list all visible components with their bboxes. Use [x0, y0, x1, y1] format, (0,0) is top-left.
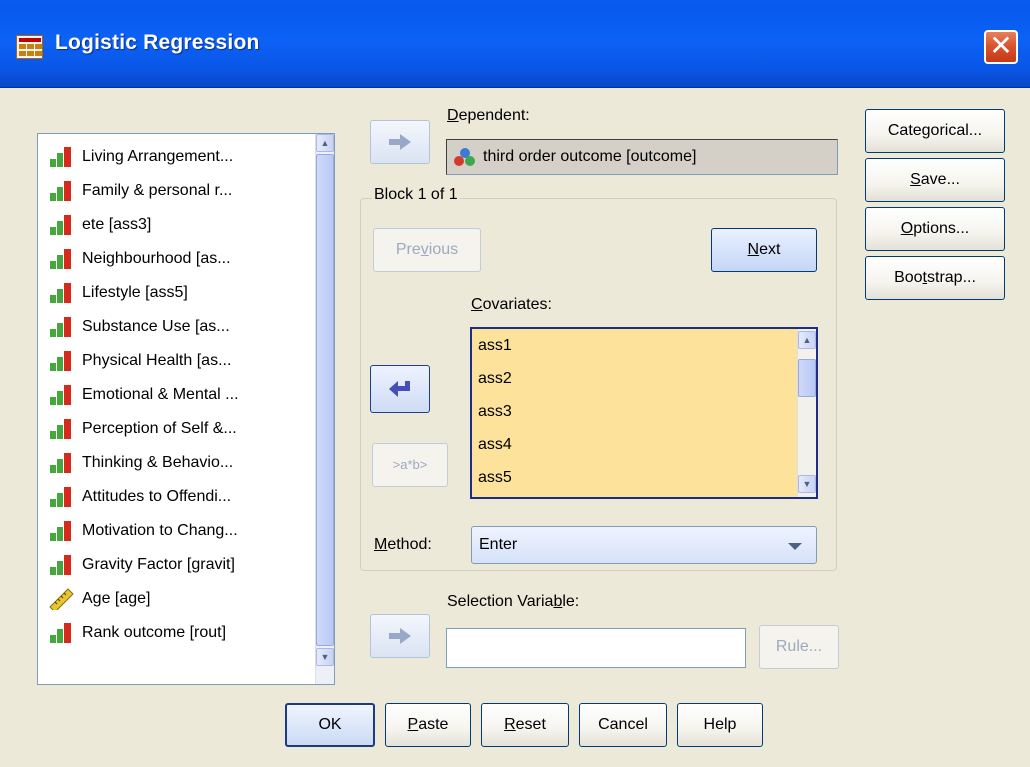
ordinal-icon	[48, 486, 74, 508]
variable-label: Thinking & Behavio...	[82, 454, 234, 471]
list-item[interactable]: Attitudes to Offendi...	[48, 482, 231, 512]
ordinal-icon	[48, 350, 74, 372]
ordinal-icon	[48, 418, 74, 440]
covariate-item[interactable]: ass1	[478, 337, 512, 355]
list-item[interactable]: Rank outcome [rout]	[48, 618, 226, 648]
method-value: Enter	[479, 536, 518, 553]
dependent-label: Dependent:	[447, 107, 530, 124]
covariates-label: Covariates:	[471, 296, 552, 313]
dependent-field[interactable]: third order outcome [outcome]	[446, 139, 838, 175]
ordinal-icon	[48, 452, 74, 474]
left-arrow-icon	[389, 381, 410, 397]
variable-label: Attitudes to Offendi...	[82, 488, 232, 505]
list-item[interactable]: Gravity Factor [gravit]	[48, 550, 235, 580]
variable-label: Neighbourhood [as...	[82, 250, 231, 267]
list-item[interactable]: Physical Health [as...	[48, 346, 231, 376]
move-to-dependent-button[interactable]	[370, 120, 430, 164]
ordinal-icon	[48, 554, 74, 576]
ordinal-icon	[48, 282, 74, 304]
right-arrow-icon	[389, 628, 411, 644]
nominal-icon	[454, 148, 475, 166]
variable-label: Living Arrangement...	[82, 148, 234, 165]
help-button[interactable]: Help	[677, 703, 763, 747]
rule-button[interactable]: Rule...	[759, 625, 839, 669]
options-button[interactable]: Options...	[865, 207, 1005, 251]
variable-list-scrollbar[interactable]: ▲ ▼	[315, 134, 334, 684]
list-item[interactable]: Age [age]	[48, 584, 151, 614]
list-item[interactable]: ete [ass3]	[48, 210, 151, 240]
method-label: Method:	[374, 536, 432, 553]
list-item[interactable]: Neighbourhood [as...	[48, 244, 231, 274]
variable-label: ete [ass3]	[82, 216, 152, 233]
list-item[interactable]: Perception of Self &...	[48, 414, 237, 444]
list-item[interactable]: Lifestyle [ass5]	[48, 278, 188, 308]
variable-label: Gravity Factor [gravit]	[82, 556, 235, 573]
dependent-value: third order outcome [outcome]	[483, 148, 697, 165]
selection-variable-field[interactable]	[446, 628, 746, 668]
bootstrap-button[interactable]: Bootstrap...	[865, 256, 1005, 300]
covariates-scroll-down-icon[interactable]: ▼	[798, 475, 816, 493]
title-bar: Logistic Regression ✕	[0, 0, 1030, 88]
variable-label: Family & personal r...	[82, 182, 233, 199]
move-to-selection-button[interactable]	[370, 614, 430, 658]
covariates-scroll-up-icon[interactable]: ▲	[798, 331, 816, 349]
scroll-up-arrow-icon[interactable]: ▲	[316, 134, 334, 152]
ordinal-icon	[48, 180, 74, 202]
ordinal-icon	[48, 316, 74, 338]
spss-data-icon	[16, 35, 43, 59]
variable-label: Physical Health [as...	[82, 352, 232, 369]
save-button[interactable]: Save...	[865, 158, 1005, 202]
covariate-item[interactable]: ass2	[478, 370, 512, 388]
right-arrow-icon	[389, 134, 411, 150]
ordinal-icon	[48, 146, 74, 168]
cancel-button[interactable]: Cancel	[579, 703, 667, 747]
reset-button[interactable]: Reset	[481, 703, 569, 747]
close-icon: ✕	[989, 30, 1013, 61]
window-title: Logistic Regression	[55, 31, 260, 54]
ordinal-icon	[48, 622, 74, 644]
ordinal-icon	[48, 248, 74, 270]
scroll-down-arrow-icon[interactable]: ▼	[316, 648, 334, 666]
variable-label: Perception of Self &...	[82, 420, 237, 437]
close-button[interactable]: ✕	[984, 30, 1018, 64]
move-to-covariates-button[interactable]	[370, 365, 430, 413]
method-select[interactable]: Enter	[471, 526, 817, 564]
list-item[interactable]: Thinking & Behavio...	[48, 448, 233, 478]
ordinal-icon	[48, 520, 74, 542]
paste-button[interactable]: Paste	[385, 703, 471, 747]
selection-variable-label: Selection Variable:	[447, 593, 580, 610]
list-item[interactable]: Family & personal r...	[48, 176, 232, 206]
ordinal-icon	[48, 214, 74, 236]
covariates-scroll-thumb[interactable]	[798, 359, 816, 397]
interaction-button[interactable]: >a*b>	[372, 443, 448, 487]
list-item[interactable]: Motivation to Chang...	[48, 516, 238, 546]
scale-icon	[49, 588, 74, 610]
categorical-button[interactable]: Categorical...	[865, 109, 1005, 153]
list-item[interactable]: Living Arrangement...	[48, 142, 233, 172]
variable-label: Lifestyle [ass5]	[82, 284, 188, 301]
variable-label: Substance Use [as...	[82, 318, 230, 335]
scroll-thumb[interactable]	[316, 154, 334, 646]
variable-label: Rank outcome [rout]	[82, 624, 227, 641]
ok-button[interactable]: OK	[285, 703, 375, 747]
chevron-down-icon	[788, 543, 802, 550]
covariate-item[interactable]: ass5	[478, 469, 512, 487]
variable-label: Age [age]	[82, 590, 151, 607]
covariate-item[interactable]: ass4	[478, 436, 512, 454]
covariate-item[interactable]: ass3	[478, 403, 512, 421]
covariates-scrollbar[interactable]: ▲ ▼	[797, 329, 816, 497]
list-item[interactable]: Substance Use [as...	[48, 312, 230, 342]
list-item[interactable]: Emotional & Mental ...	[48, 380, 239, 410]
variable-label: Emotional & Mental ...	[82, 386, 239, 403]
source-variable-list[interactable]: Living Arrangement... Family & personal r…	[37, 133, 335, 685]
previous-button[interactable]: Previous	[373, 228, 481, 272]
variable-label: Motivation to Chang...	[82, 522, 238, 539]
block-title: Block 1 of 1	[372, 186, 460, 204]
covariates-list[interactable]: ass1 ass2 ass3 ass4 ass5 ▲ ▼	[470, 327, 818, 499]
ordinal-icon	[48, 384, 74, 406]
next-button[interactable]: Next	[711, 228, 817, 272]
